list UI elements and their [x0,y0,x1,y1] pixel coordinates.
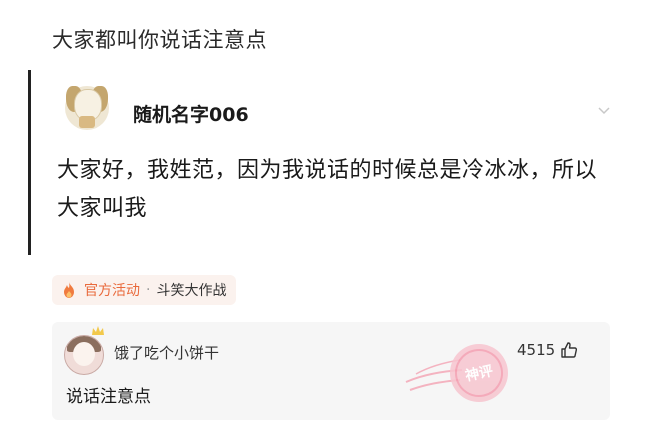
top-comment-stamp: 神评 [444,338,514,408]
avatar-neck [79,116,95,128]
thumbs-up-icon [561,342,578,358]
comment-text: 说话注意点 [66,387,151,407]
quoted-post-card[interactable]: 随机名字006 大家好，我姓范，因为我说话的时候总是冷冰冰，所以大家叫我 [28,70,637,255]
post-username[interactable]: 随机名字006 [133,100,249,127]
post-body: 大家好，我姓范，因为我说话的时候总是冷冰冰，所以大家叫我 [57,158,598,221]
activity-official-label: 官方活动 [84,283,140,299]
chevron-down-icon[interactable] [597,104,611,118]
like-button[interactable]: 4515 [517,341,578,359]
stamp-text: 神评 [450,344,508,402]
flame-icon [64,282,74,298]
commenter-avatar[interactable] [64,335,104,375]
activity-tag[interactable]: 官方活动 · 斗笑大作战 [52,275,237,305]
crown-icon [92,326,104,335]
avatar-face [73,342,95,366]
commenter-username[interactable]: 饿了吃个小饼干 [114,342,219,363]
like-count: 4515 [517,341,556,359]
user-avatar[interactable] [65,86,109,130]
comment-card[interactable]: 饿了吃个小饼干 4515 说话注意点 神评 [52,322,610,420]
activity-event-name: 斗笑大作战 [156,283,227,299]
activity-separator: · [146,282,151,298]
thread-title: 大家都叫你说话注意点 [52,28,267,52]
